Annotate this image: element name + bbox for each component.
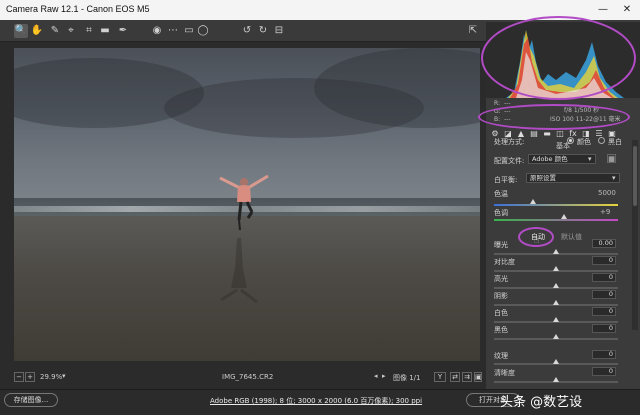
exposure-label: 曝光	[494, 241, 508, 249]
profile-label: 配置文件:	[494, 157, 525, 165]
color-sampler-icon[interactable]: ⌖	[64, 24, 78, 38]
red-eye-icon[interactable]: ⋯	[166, 24, 180, 38]
histogram-highlight-ellipse	[481, 16, 636, 100]
treatment-color-radio[interactable]	[567, 137, 574, 144]
rotate-right-icon[interactable]: ↻	[256, 24, 270, 38]
whites-label: 白色	[494, 309, 508, 317]
highlights-label: 高光	[494, 275, 508, 283]
crop-tool-icon[interactable]: ▬	[98, 24, 112, 38]
texture-value[interactable]: 0	[592, 350, 616, 359]
zoom-out-button[interactable]: −	[14, 372, 24, 382]
image-preview[interactable]	[14, 48, 480, 361]
clarity-slider-thumb[interactable]	[553, 377, 559, 382]
shadows-value[interactable]: 0	[592, 290, 616, 299]
temperature-slider-track[interactable]	[494, 204, 618, 206]
exposure-slider-thumb[interactable]	[553, 249, 559, 254]
file-name: IMG_7645.CR2	[222, 373, 274, 381]
hand-tool-icon[interactable]: ✋	[30, 24, 44, 38]
blacks-label: 黑色	[494, 326, 508, 334]
spot-removal-icon[interactable]: ◉	[150, 24, 164, 38]
white-balance-tool-icon[interactable]: ✎	[48, 24, 62, 38]
shadows-slider-thumb[interactable]	[553, 300, 559, 305]
save-image-button[interactable]: 存储图像...	[4, 393, 58, 407]
whites-slider-thumb[interactable]	[553, 317, 559, 322]
preview-toggle-icon[interactable]: ▣	[474, 372, 482, 382]
white-balance-dropdown-icon[interactable]: ▾	[612, 174, 616, 182]
targeted-adjustment-icon[interactable]: ⌗	[82, 24, 96, 38]
graduated-filter-icon[interactable]: ◯	[196, 24, 210, 38]
close-button[interactable]: ✕	[620, 3, 634, 17]
next-image-icon[interactable]: ▸	[382, 372, 386, 380]
treatment-bw-label[interactable]: 黑白	[608, 137, 622, 147]
tabs-highlight-ellipse	[478, 104, 630, 130]
workflow-options-link[interactable]: Adobe RGB (1998); 8 位; 3000 x 2000 (6.0 …	[210, 396, 422, 406]
contrast-label: 对比度	[494, 258, 515, 266]
panel-scrollbar-thumb[interactable]	[633, 146, 637, 206]
before-after-toggle[interactable]: Y	[434, 372, 446, 382]
image-counter: 图像 1/1	[393, 374, 421, 382]
clarity-value[interactable]: 0	[592, 367, 616, 376]
trash-icon[interactable]: ⊟	[272, 24, 286, 38]
red-readout-label: R:	[494, 100, 501, 107]
white-balance-select[interactable]: 原照设置	[526, 173, 620, 183]
white-balance-label: 白平衡:	[494, 176, 518, 184]
tint-label: 色调	[494, 209, 508, 217]
texture-slider-thumb[interactable]	[553, 359, 559, 364]
copy-settings-icon[interactable]: ⇉	[462, 372, 472, 382]
minimize-button[interactable]: —	[596, 3, 610, 17]
temperature-value[interactable]: 5000	[598, 189, 616, 197]
default-button[interactable]: 默认值	[561, 232, 582, 242]
blacks-slider-thumb[interactable]	[553, 334, 559, 339]
treatment-color-label[interactable]: 颜色	[577, 137, 591, 147]
previous-image-icon[interactable]: ◂	[374, 372, 378, 380]
contrast-value[interactable]: 0	[592, 256, 616, 265]
photo-reflection	[220, 238, 258, 304]
auto-highlight-ellipse	[518, 227, 554, 247]
tab-lens-icon[interactable]: ◫	[555, 129, 565, 139]
zoom-in-button[interactable]: +	[25, 372, 35, 382]
treatment-label: 处理方式:	[494, 138, 525, 146]
tint-value[interactable]: +9	[600, 208, 610, 216]
temperature-label: 色温	[494, 190, 508, 198]
whites-value[interactable]: 0	[592, 307, 616, 316]
zoom-tool-icon[interactable]: 🔍	[14, 24, 28, 38]
profile-browser-icon[interactable]: ▦	[607, 154, 616, 163]
zoom-dropdown-icon[interactable]: ▾	[62, 372, 66, 380]
straighten-tool-icon[interactable]: ✒	[116, 24, 130, 38]
treatment-bw-radio[interactable]	[598, 137, 605, 144]
open-preferences-icon[interactable]: ⇱	[466, 24, 480, 38]
shadows-label: 阴影	[494, 292, 508, 300]
highlights-value[interactable]: 0	[592, 273, 616, 282]
temperature-slider-thumb[interactable]	[530, 199, 536, 204]
photo-person	[219, 174, 269, 231]
tint-slider-thumb[interactable]	[561, 214, 567, 219]
rotate-left-icon[interactable]: ↺	[240, 24, 254, 38]
highlights-slider-thumb[interactable]	[553, 283, 559, 288]
tint-slider-track[interactable]	[494, 219, 618, 221]
clarity-label: 清晰度	[494, 369, 515, 377]
swap-settings-icon[interactable]: ⇄	[450, 372, 460, 382]
tab-hsl-icon[interactable]: ▤	[529, 129, 539, 139]
contrast-slider-thumb[interactable]	[553, 266, 559, 271]
watermark-text: 头条 @数艺设	[500, 395, 583, 410]
tab-split-toning-icon[interactable]: ▬	[542, 129, 552, 139]
profile-select[interactable]: Adobe 颜色	[528, 154, 596, 164]
profile-dropdown-icon[interactable]: ▾	[588, 155, 592, 163]
zoom-level[interactable]: 29.9%	[40, 373, 62, 381]
exposure-value[interactable]: 0.00	[592, 239, 616, 248]
texture-label: 纹理	[494, 352, 508, 360]
adjustment-brush-icon[interactable]: ▭	[182, 24, 196, 38]
blacks-value[interactable]: 0	[592, 324, 616, 333]
window-title: Camera Raw 12.1 - Canon EOS M5	[6, 4, 150, 14]
